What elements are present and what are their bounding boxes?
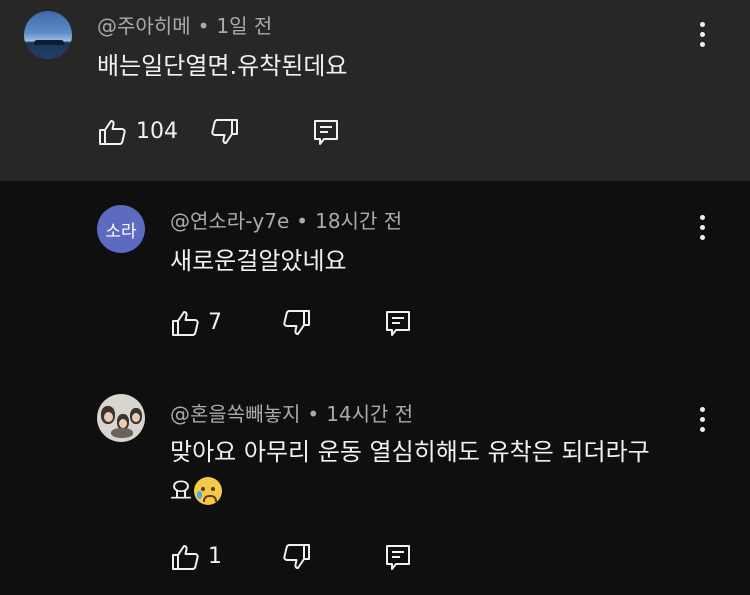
thumbs-up-icon (172, 545, 199, 570)
comment-actions: 7 (170, 308, 420, 338)
comment-meta: @연소라-y7e • 18시간 전 (170, 205, 402, 234)
comment-time[interactable]: 18시간 전 (315, 209, 402, 233)
dislike-button[interactable] (282, 308, 312, 338)
avatar-initials: 소라 (105, 221, 137, 242)
comment-author[interactable]: @연소라-y7e (170, 209, 289, 233)
comment-text: 새로운걸알았네요 (170, 247, 347, 275)
comment-author[interactable]: @주아히메 (97, 14, 191, 38)
thumbs-up-icon (99, 120, 126, 145)
comment-time[interactable]: 14시간 전 (326, 402, 413, 426)
thumbs-down-icon (211, 119, 238, 144)
avatar[interactable] (24, 11, 72, 59)
comment-text: 배는일단열면.유착된데요 (97, 52, 348, 80)
more-options-icon[interactable] (697, 22, 709, 52)
more-options-icon[interactable] (697, 215, 709, 245)
comment-meta: @혼을쏙빼놓지 • 14시간 전 (170, 398, 413, 427)
thumbs-down-icon (283, 544, 310, 569)
comment-author[interactable]: @혼을쏙빼놓지 (170, 402, 300, 426)
reply-icon (386, 545, 410, 570)
meta-separator: • (307, 402, 320, 426)
reply-button[interactable] (383, 542, 413, 572)
like-count: 1 (208, 544, 222, 569)
reply-icon (386, 311, 410, 336)
comment-text-line: 맞아요 아무리 운동 열심히해도 유착은 되더라구 (170, 438, 650, 466)
avatar[interactable] (97, 394, 145, 442)
comment-text-end: 요 (170, 477, 193, 505)
like-button[interactable] (170, 308, 200, 338)
avatar[interactable]: 소라 (97, 205, 145, 253)
comment-meta: @주아히메 • 1일 전 (97, 10, 272, 39)
reply-icon (314, 120, 338, 145)
parent-comment: @주아히메 • 1일 전 배는일단열면.유착된데요 104 (0, 0, 750, 181)
dislike-button[interactable] (210, 117, 240, 147)
reply-button[interactable] (311, 117, 341, 147)
reply-button[interactable] (383, 308, 413, 338)
more-options-icon[interactable] (697, 407, 709, 437)
thumbs-up-icon (172, 311, 199, 336)
comment-text-line: 요 (170, 472, 223, 511)
comment-time[interactable]: 1일 전 (216, 14, 272, 38)
meta-separator: • (197, 14, 210, 38)
comment-actions: 104 (97, 117, 347, 147)
like-button[interactable] (170, 542, 200, 572)
like-count: 7 (208, 310, 222, 335)
meta-separator: • (296, 209, 309, 233)
like-count: 104 (136, 119, 178, 144)
crying-face-icon (194, 477, 223, 505)
like-button[interactable] (97, 117, 127, 147)
comment-actions: 1 (170, 542, 420, 572)
thumbs-down-icon (283, 310, 310, 335)
dislike-button[interactable] (282, 542, 312, 572)
